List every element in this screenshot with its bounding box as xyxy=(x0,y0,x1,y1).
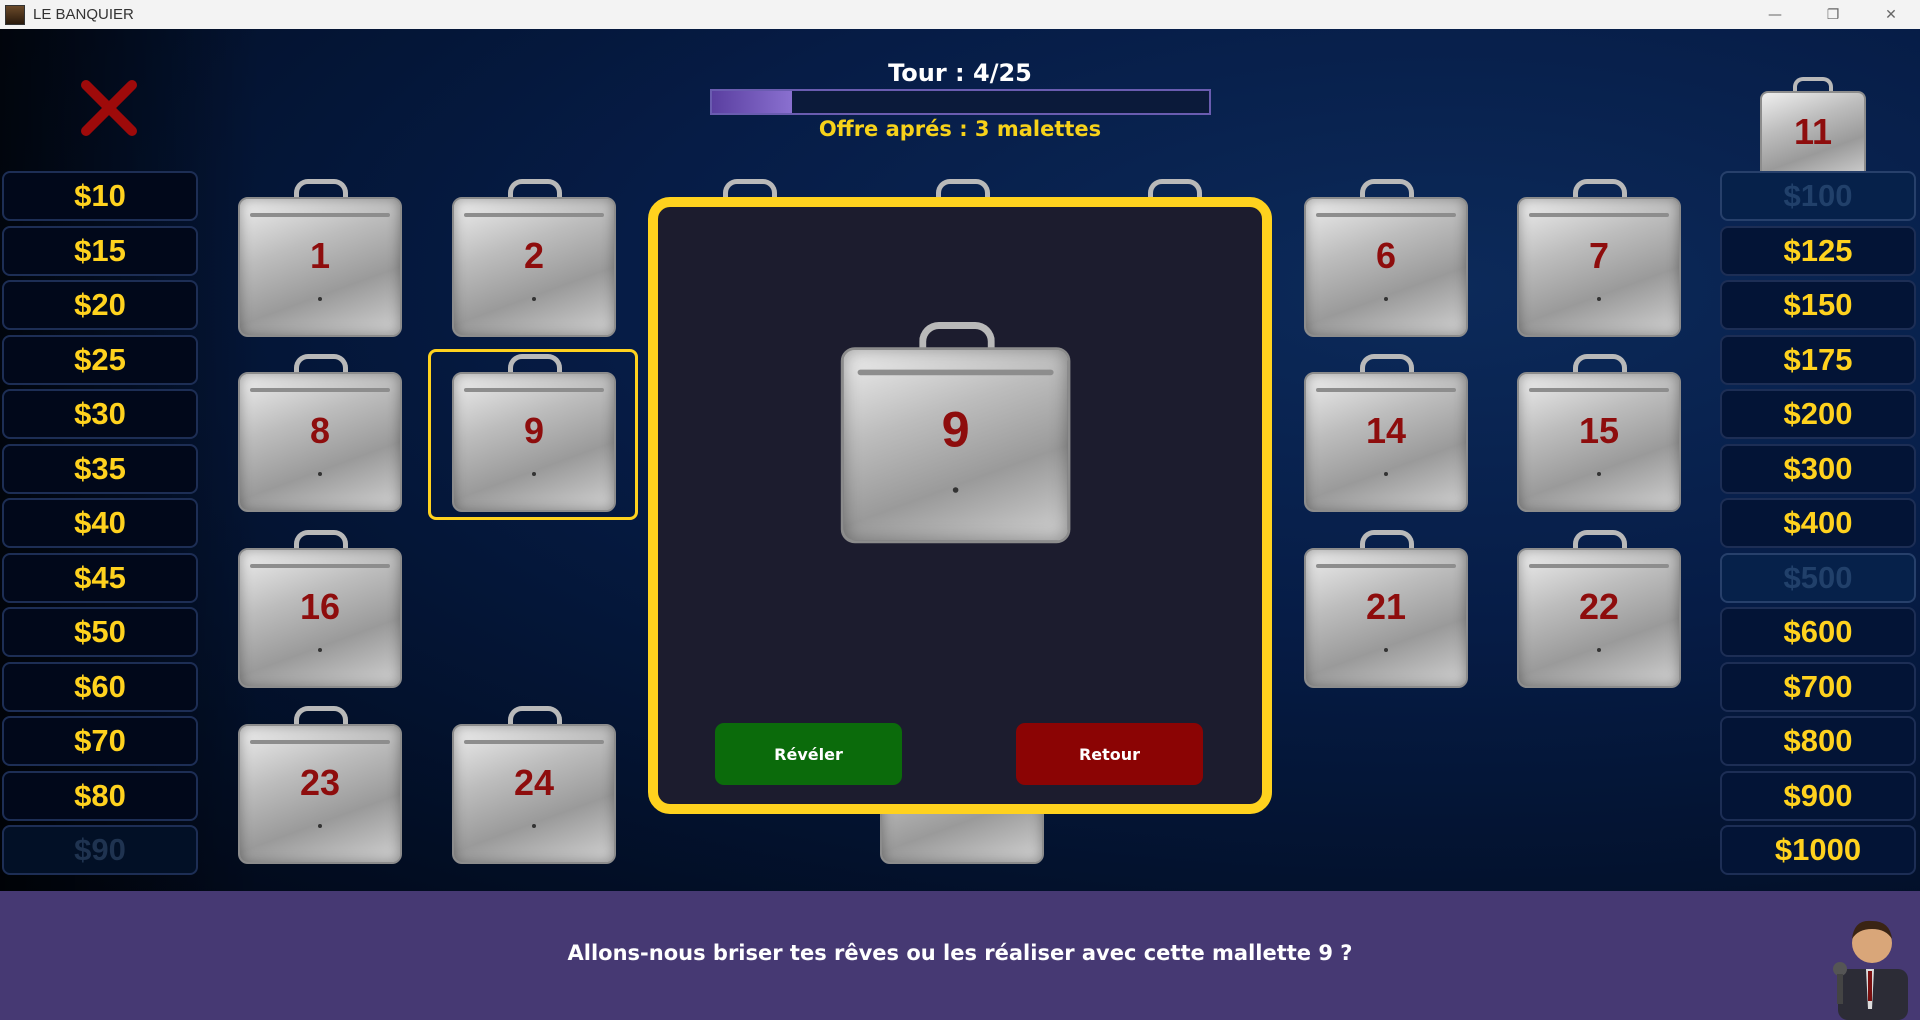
left-value-board: $10 $15 $20 $25 $30 $35 $40 $45 $50 $60 $70 $80 $90 xyxy=(2,171,198,880)
value-125: $125 xyxy=(1720,225,1916,276)
value-100: $100 xyxy=(1720,171,1916,221)
value-30: $30 xyxy=(2,389,198,439)
value-150: $150 xyxy=(1720,280,1916,330)
value-20: $20 xyxy=(2,280,198,330)
window-title: LE BANQUIER xyxy=(33,6,134,23)
value-1000: $1000 xyxy=(1720,825,1916,875)
minimize-button[interactable]: — xyxy=(1746,0,1804,29)
reveal-button[interactable]: Révéler xyxy=(715,723,902,785)
value-200: $200 xyxy=(1720,389,1916,439)
case-number: 23 xyxy=(299,762,341,803)
value-300: $300 xyxy=(1720,443,1916,494)
case-1[interactable]: 1 xyxy=(236,179,406,339)
case-number: 6 xyxy=(1375,235,1397,276)
host-message: Allons-nous briser tes rêves ou les réal… xyxy=(567,941,1353,965)
value-900: $900 xyxy=(1720,770,1916,821)
value-35: $35 xyxy=(2,443,198,494)
host-avatar xyxy=(1833,920,1908,1020)
window-titlebar: LE BANQUIER — ❐ ✕ xyxy=(0,0,1920,30)
case-23[interactable]: 23 xyxy=(236,706,406,866)
value-15: $15 xyxy=(2,225,198,276)
value-800: $800 xyxy=(1720,716,1916,766)
value-90: $90 xyxy=(2,825,198,875)
case-number: 24 xyxy=(513,762,555,803)
value-80: $80 xyxy=(2,770,198,821)
dialog-case: 9 xyxy=(838,322,1076,546)
case-number: 7 xyxy=(1588,235,1610,276)
case-number: 8 xyxy=(309,410,331,451)
case-15[interactable]: 15 xyxy=(1515,354,1685,514)
game-board: Tour : 4/25 Offre aprés : 3 malettes 11 … xyxy=(0,29,1920,891)
next-offer-text: Offre aprés : 3 malettes xyxy=(818,117,1102,141)
case-number: 14 xyxy=(1365,410,1407,451)
player-case: 11 xyxy=(1758,77,1868,181)
value-70: $70 xyxy=(2,716,198,766)
case-number: 16 xyxy=(299,586,341,627)
back-button[interactable]: Retour xyxy=(1016,723,1203,785)
turn-progress-fill xyxy=(712,91,792,113)
case-14[interactable]: 14 xyxy=(1302,354,1472,514)
value-600: $600 xyxy=(1720,607,1916,657)
dialog-case-number: 9 xyxy=(941,400,970,458)
case-number: 21 xyxy=(1365,586,1407,627)
value-50: $50 xyxy=(2,607,198,657)
case-reveal-dialog: 9 Révéler Retour xyxy=(648,197,1272,814)
case-number: 22 xyxy=(1578,586,1620,627)
value-60: $60 xyxy=(2,661,198,712)
case-22[interactable]: 22 xyxy=(1515,530,1685,690)
value-500: $500 xyxy=(1720,552,1916,603)
value-25: $25 xyxy=(2,334,198,385)
case-8[interactable]: 8 xyxy=(236,354,406,514)
case-number: 2 xyxy=(523,235,545,276)
restore-button[interactable]: ❐ xyxy=(1804,0,1862,29)
selected-case-highlight xyxy=(428,349,638,520)
value-45: $45 xyxy=(2,552,198,603)
value-10: $10 xyxy=(2,171,198,221)
value-40: $40 xyxy=(2,498,198,548)
player-case-number: 11 xyxy=(1793,111,1833,152)
close-x-icon[interactable] xyxy=(80,79,138,137)
turn-counter: Tour : 4/25 xyxy=(888,59,1032,87)
case-2[interactable]: 2 xyxy=(450,179,620,339)
value-175: $175 xyxy=(1720,334,1916,385)
host-message-bar: Allons-nous briser tes rêves ou les réal… xyxy=(0,891,1920,1020)
close-window-button[interactable]: ✕ xyxy=(1862,0,1920,29)
app-icon xyxy=(5,4,25,25)
case-7[interactable]: 7 xyxy=(1515,179,1685,339)
case-24[interactable]: 24 xyxy=(450,706,620,866)
right-value-board: $100 $125 $150 $175 $200 $300 $400 $500 $600 $700… xyxy=(1720,171,1916,880)
case-6[interactable]: 6 xyxy=(1302,179,1472,339)
case-number: 15 xyxy=(1578,410,1620,451)
turn-progress-bar xyxy=(710,89,1211,115)
value-400: $400 xyxy=(1720,498,1916,548)
case-16[interactable]: 16 xyxy=(236,530,406,690)
value-700: $700 xyxy=(1720,661,1916,712)
case-21[interactable]: 21 xyxy=(1302,530,1472,690)
case-number: 1 xyxy=(309,235,331,276)
